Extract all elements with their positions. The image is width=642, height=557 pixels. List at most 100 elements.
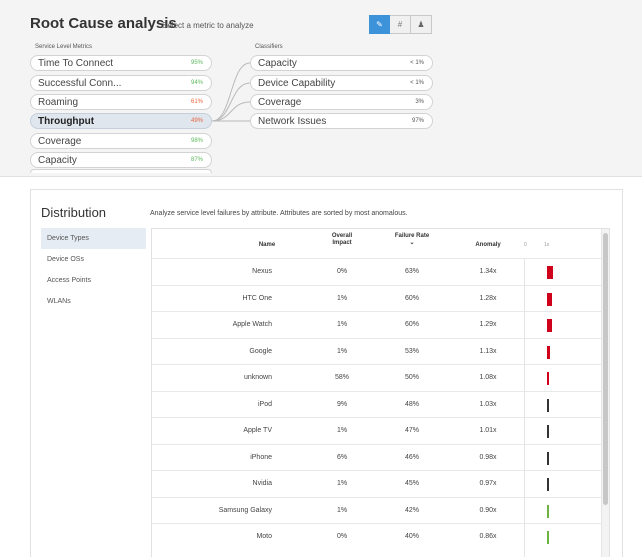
overall-impact-cell: 0%: [336, 533, 348, 540]
axis-tick-zero: 0: [524, 242, 527, 248]
distribution-title: Distribution: [41, 205, 107, 220]
col-overall-impact[interactable]: Overall Impact: [322, 233, 362, 247]
metric-label: Throughput: [38, 115, 95, 127]
table-row[interactable]: Nexus 0% 63% 1.34x: [152, 258, 601, 285]
failure-rate-cell: 40%: [404, 533, 419, 540]
nav-device-oss[interactable]: Device OSs: [41, 249, 146, 270]
metric-capacity[interactable]: Capacity 87%: [30, 152, 212, 168]
distribution-table: Name Overall Impact Failure Rate ⌄ Anoma…: [151, 228, 610, 557]
overall-impact-cell: 1%: [336, 347, 348, 355]
failure-rate-cell: 45%: [404, 480, 419, 487]
table-row[interactable]: Moto 0% 40% 0.86x: [152, 523, 601, 550]
metric-list-overflow: [30, 169, 212, 173]
overall-impact-cell: 9%: [336, 400, 348, 408]
failure-rate-cell: 60%: [404, 294, 419, 302]
nav-device-types[interactable]: Device Types: [41, 228, 146, 249]
classifier-network-issues[interactable]: Network Issues 97%: [250, 113, 433, 129]
device-name-cell: Moto: [256, 533, 272, 540]
table-row[interactable]: iPhone 6% 46% 0.98x: [152, 443, 601, 471]
device-name-cell: Apple Watch: [232, 321, 272, 328]
overall-impact-cell: 1%: [336, 480, 348, 487]
anomaly-cell: 0.97x: [479, 480, 497, 487]
metric-throughput[interactable]: Throughput 49%: [30, 113, 212, 129]
failure-rate-cell: 53%: [404, 347, 419, 355]
classifier-value: < 1%: [410, 60, 424, 66]
failure-rate-cell: 46%: [404, 453, 419, 461]
anomaly-cell: 0.98x: [479, 453, 497, 461]
failure-rate-cell: 50%: [404, 374, 419, 381]
metric-value: 98%: [190, 138, 203, 144]
anomaly-cell: 1.03x: [479, 400, 497, 408]
overall-impact-cell: 1%: [336, 506, 348, 514]
anomaly-cell: 1.01x: [479, 427, 497, 434]
metric-value: 87%: [190, 157, 203, 163]
metric-value: 61%: [190, 99, 203, 105]
overall-impact-cell: 58%: [334, 374, 349, 381]
table-row[interactable]: Google 1% 53% 1.13x: [152, 337, 601, 365]
classifier-value: 97%: [411, 118, 424, 124]
metric-time-to-connect[interactable]: Time To Connect 95%: [30, 55, 212, 71]
anomaly-bar: [547, 372, 549, 385]
anomaly-cell: 0.86x: [479, 533, 497, 540]
attribute-nav: Device Types Device OSs Access Points WL…: [41, 228, 146, 312]
root-cause-panel: Root Cause analysis Select a metric to a…: [0, 0, 642, 177]
anomaly-bar: [547, 398, 549, 412]
anomaly-bar: [547, 478, 549, 491]
anomaly-bar: [547, 319, 552, 332]
failure-rate-cell: 47%: [404, 427, 419, 434]
table-body: Nexus 0% 63% 1.34x HTC One 1% 60% 1.28x Apple Wa…: [152, 258, 601, 550]
metric-coverage[interactable]: Coverage 98%: [30, 133, 212, 149]
failure-rate-cell: 60%: [404, 321, 419, 328]
table-row[interactable]: HTC One 1% 60% 1.28x: [152, 284, 601, 312]
device-name-cell: iPod: [257, 400, 272, 408]
table-row[interactable]: Apple TV 1% 47% 1.01x: [152, 417, 601, 444]
device-name-cell: Apple TV: [243, 427, 272, 434]
metric-label: Roaming: [38, 96, 79, 108]
overall-impact-cell: 1%: [336, 294, 348, 302]
table-row[interactable]: Apple Watch 1% 60% 1.29x: [152, 311, 601, 338]
classifier-label: Device Capability: [258, 77, 336, 89]
anomaly-bar: [547, 451, 549, 465]
anomaly-cell: 1.28x: [479, 294, 497, 302]
distribution-card: Distribution Analyze service level failu…: [30, 189, 623, 557]
anomaly-bar: [547, 266, 553, 279]
classifier-label: Network Issues: [258, 115, 327, 127]
col-failure-rate[interactable]: Failure Rate ⌄: [392, 233, 432, 247]
device-name-cell: Nvidia: [252, 480, 272, 487]
failure-rate-cell: 42%: [404, 506, 419, 514]
metric-label: Time To Connect: [38, 57, 114, 69]
device-name-cell: iPhone: [250, 453, 272, 461]
failure-rate-cell: 48%: [404, 400, 419, 408]
metric-roaming[interactable]: Roaming 61%: [30, 94, 212, 110]
metric-value: 49%: [190, 118, 203, 124]
anomaly-cell: 0.90x: [479, 506, 497, 514]
metric-value: 95%: [190, 60, 203, 66]
metric-value: 94%: [190, 80, 203, 86]
metric-label: Coverage: [38, 135, 82, 147]
table-row[interactable]: unknown 58% 50% 1.08x: [152, 364, 601, 391]
classifier-value: 3%: [415, 99, 424, 105]
col-anomaly[interactable]: Anomaly: [468, 242, 508, 249]
classifier-coverage[interactable]: Coverage 3%: [250, 94, 433, 110]
table-row[interactable]: Nvidia 1% 45% 0.97x: [152, 470, 601, 497]
table-row[interactable]: iPod 9% 48% 1.03x: [152, 390, 601, 418]
device-name-cell: Nexus: [252, 268, 272, 275]
overall-impact-cell: 1%: [336, 427, 348, 434]
overall-impact-cell: 1%: [336, 321, 348, 328]
metric-successful-connects[interactable]: Successful Conn... 94%: [30, 75, 212, 91]
classifier-device-capability[interactable]: Device Capability < 1%: [250, 75, 433, 91]
classifier-capacity[interactable]: Capacity < 1%: [250, 55, 433, 71]
metric-label: Successful Conn...: [38, 77, 122, 89]
table-scroll-thumb[interactable]: [603, 233, 608, 505]
classifier-label: Capacity: [258, 57, 297, 69]
sort-desc-icon: ⌄: [409, 240, 415, 246]
device-name-cell: unknown: [243, 374, 272, 381]
nav-wlans[interactable]: WLANs: [41, 291, 146, 312]
anomaly-bar: [547, 345, 550, 359]
nav-access-points[interactable]: Access Points: [41, 270, 146, 291]
table-row[interactable]: Samsung Galaxy 1% 42% 0.90x: [152, 496, 601, 524]
col-name[interactable]: Name: [247, 242, 287, 249]
metric-label: Capacity: [38, 154, 77, 166]
device-name-cell: Samsung Galaxy: [218, 506, 272, 514]
col-failure-rate-label: Failure Rate: [394, 233, 430, 239]
